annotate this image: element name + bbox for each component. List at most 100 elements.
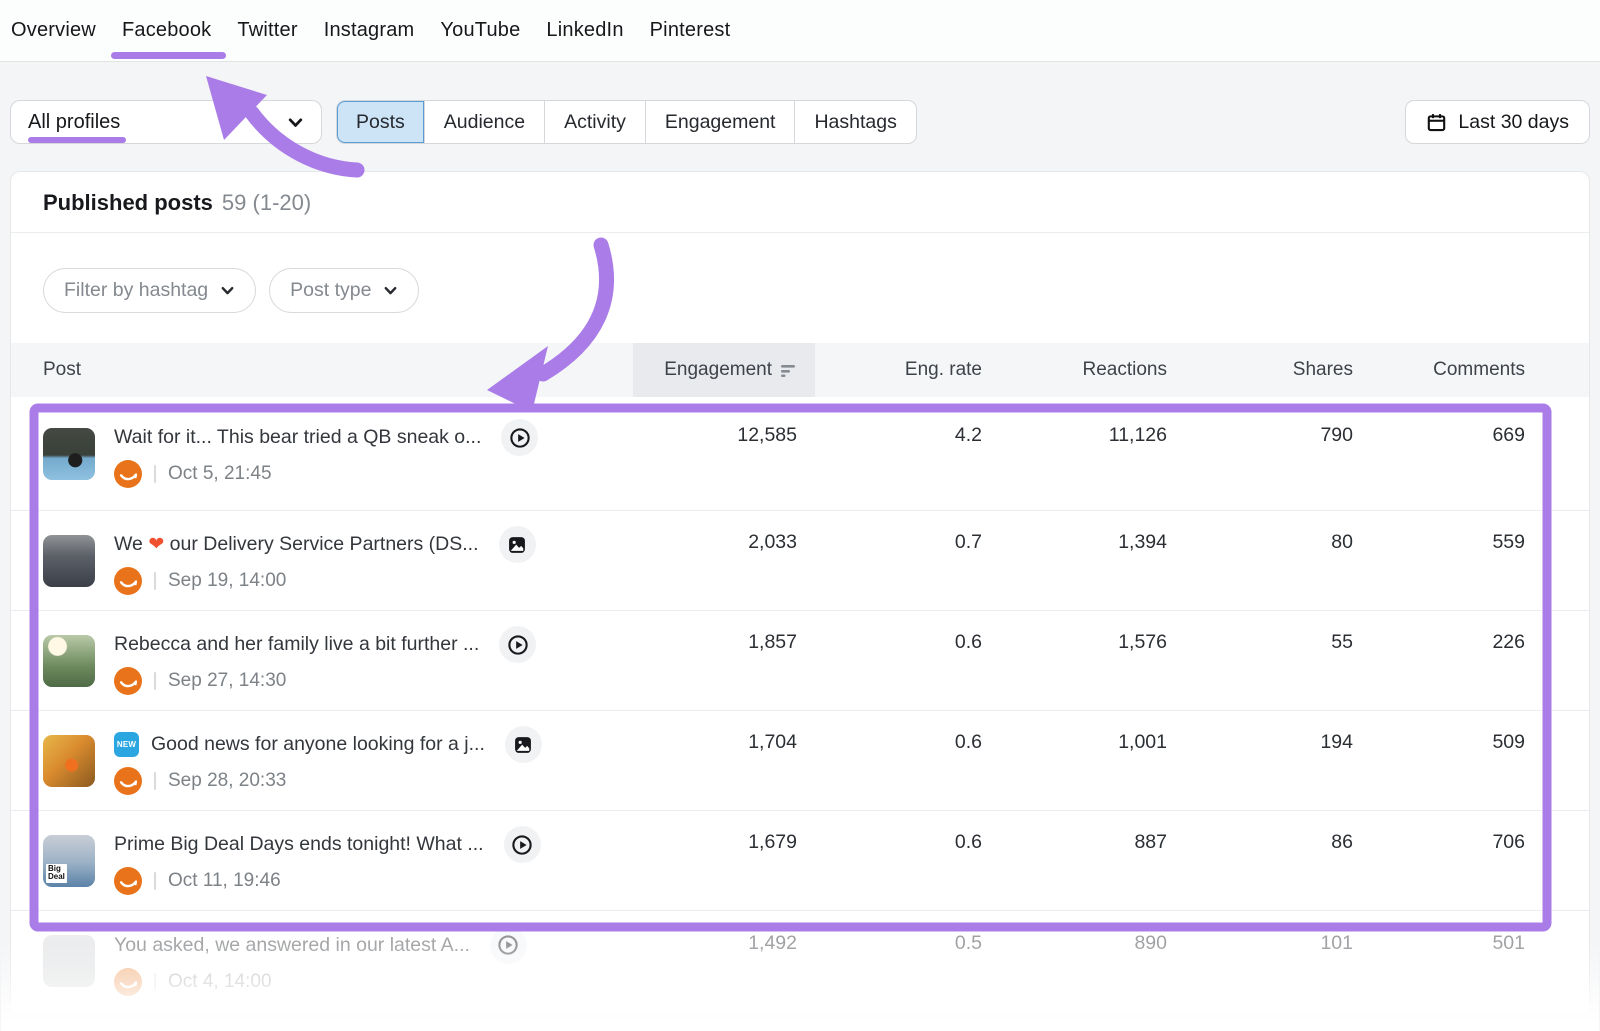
shares-value: 55 [1185,611,1371,710]
filter-by-hashtag-dropdown[interactable]: Filter by hashtag [43,268,256,313]
amazon-smile-icon [117,670,139,692]
column-label: Engagement [664,359,772,381]
engagement-value: 1,857 [633,611,815,710]
date-range-button[interactable]: Last 30 days [1405,100,1590,144]
nav-item-instagram[interactable]: Instagram [311,19,428,42]
reactions-value: 890 [1000,911,1185,1011]
table-row[interactable]: Rebecca and her family live a bit furthe… [11,611,1589,711]
post-date: Sep 28, 20:33 [168,770,286,792]
post-title[interactable]: Prime Big Deal Days ends tonight! What .… [114,833,484,856]
column-header-shares[interactable]: Shares [1185,343,1371,397]
table-row[interactable]: Wait for it... This bear tried a QB snea… [11,397,1589,511]
post-type-chip [490,927,527,964]
meta-divider [154,973,156,991]
column-label: Reactions [1083,359,1168,381]
comments-value: 706 [1371,811,1589,910]
post-body: Rebecca and her family live a bit furthe… [114,626,536,695]
profile-select[interactable]: All profiles [10,100,322,144]
heart-emoji: ❤ [148,534,164,555]
nav-item-pinterest[interactable]: Pinterest [637,19,744,42]
post-meta: Sep 27, 14:30 [114,667,536,695]
profile-avatar [114,460,142,488]
post-body: NEW Good news for anyone looking for a j… [114,726,542,795]
eng-rate-value: 0.5 [815,911,1000,1011]
section-tabs: PostsAudienceActivityEngagementHashtags [336,100,917,144]
tab-activity[interactable]: Activity [544,101,645,143]
engagement-value: 1,704 [633,711,815,810]
engagement-value: 1,492 [633,911,815,1011]
chevron-down-icon [220,283,235,298]
engagement-value: 1,679 [633,811,815,910]
chevron-down-icon [287,114,304,131]
nav-item-linkedin[interactable]: LinkedIn [533,19,636,42]
post-thumbnail [43,535,95,587]
sort-descending-icon [781,363,797,377]
meta-divider [154,672,156,690]
filter-label: Post type [290,279,371,302]
amazon-smile-icon [117,570,139,592]
shares-value: 80 [1185,511,1371,610]
reactions-value: 1,576 [1000,611,1185,710]
post-title[interactable]: Good news for anyone looking for a j... [151,733,485,756]
meta-divider [154,872,156,890]
post-type-chip [504,826,541,863]
tab-engagement[interactable]: Engagement [645,101,795,143]
chevron-down-icon [383,283,398,298]
posts-table-body: Wait for it... This bear tried a QB snea… [11,397,1589,1011]
post-meta: Oct 5, 21:45 [114,460,538,488]
tab-audience[interactable]: Audience [424,101,544,143]
meta-divider [154,572,156,590]
post-thumbnail [43,735,95,787]
post-type-dropdown[interactable]: Post type [269,268,419,313]
engagement-value: 12,585 [633,397,815,510]
play-video-icon [509,427,531,449]
post-type-chip [501,419,538,456]
column-header-post: Post [11,343,633,397]
nav-item-facebook[interactable]: Facebook [109,19,224,42]
post-date: Sep 27, 14:30 [168,670,286,692]
play-video-icon [507,634,529,656]
post-cell: Rebecca and her family live a bit furthe… [11,611,633,710]
profile-select-value: All profiles [28,111,120,134]
table-row[interactable]: NEW Good news for anyone looking for a j… [11,711,1589,811]
shares-value: 194 [1185,711,1371,810]
nav-item-youtube[interactable]: YouTube [427,19,533,42]
table-row[interactable]: You asked, we answered in our latest A..… [11,911,1589,1011]
column-header-eng-rate[interactable]: Eng. rate [815,343,1000,397]
amazon-smile-icon [117,770,139,792]
comments-value: 669 [1371,397,1589,510]
table-row[interactable]: We ❤ our Delivery Service Partners (DS..… [11,511,1589,611]
shares-value: 101 [1185,911,1371,1011]
column-header-engagement[interactable]: Engagement [633,343,815,397]
post-title[interactable]: You asked, we answered in our latest A..… [114,934,470,957]
post-title[interactable]: Wait for it... This bear tried a QB snea… [114,426,481,449]
profile-avatar [114,767,142,795]
column-header-comments[interactable]: Comments [1371,343,1589,397]
post-date: Oct 4, 14:00 [168,971,272,993]
nav-item-overview[interactable]: Overview [11,19,109,42]
published-posts-card: Published posts 59 (1-20) Filter by hash… [10,171,1590,1005]
post-title[interactable]: Rebecca and her family live a bit furthe… [114,633,479,656]
post-title[interactable]: We ❤ our Delivery Service Partners (DS..… [114,533,479,556]
amazon-smile-icon [117,870,139,892]
post-cell: Wait for it... This bear tried a QB snea… [11,397,633,510]
post-meta: Oct 4, 14:00 [114,968,527,996]
eng-rate-value: 0.7 [815,511,1000,610]
post-type-chip [505,726,542,763]
post-thumbnail [43,935,95,987]
profile-avatar [114,968,142,996]
post-body: Prime Big Deal Days ends tonight! What .… [114,826,541,895]
post-meta: Oct 11, 19:46 [114,867,541,895]
table-row[interactable]: Big Deal Prime Big Deal Days ends tonigh… [11,811,1589,911]
tab-posts[interactable]: Posts [337,101,424,143]
tab-hashtags[interactable]: Hashtags [794,101,915,143]
nav-item-twitter[interactable]: Twitter [224,19,310,42]
meta-divider [154,465,156,483]
column-header-reactions[interactable]: Reactions [1000,343,1185,397]
post-type-chip [499,526,536,563]
column-label: Shares [1293,359,1353,381]
filter-label: Filter by hashtag [64,279,208,302]
calendar-icon [1426,112,1447,133]
eng-rate-value: 0.6 [815,611,1000,710]
table-header-row: Post Engagement Eng. rate Reactions Shares Co… [11,343,1589,397]
